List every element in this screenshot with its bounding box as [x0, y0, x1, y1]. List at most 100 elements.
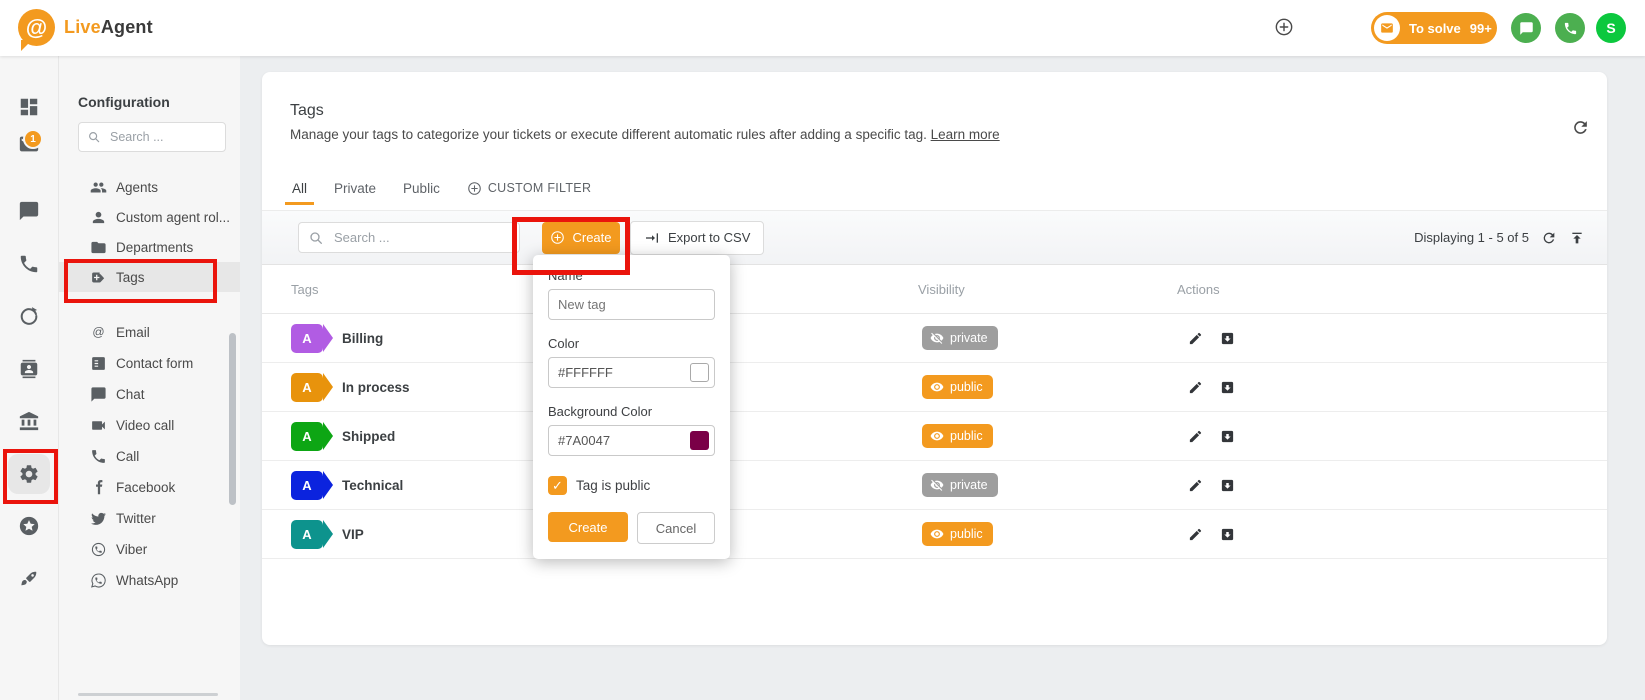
call-status-button[interactable] [1555, 13, 1585, 43]
tag-badge: A [291, 373, 323, 402]
archive-icon[interactable] [1220, 478, 1235, 493]
scroll-to-top-icon[interactable] [1569, 230, 1585, 246]
table-search-box [298, 222, 520, 253]
config-item-twitter[interactable]: Twitter [59, 503, 240, 534]
config-item-label: Departments [116, 240, 193, 255]
sync-icon [18, 305, 40, 327]
video-icon [90, 417, 107, 434]
config-item-video-call[interactable]: Video call [59, 410, 240, 441]
config-item-whatsapp[interactable]: WhatsApp [59, 565, 240, 596]
config-scrollbar[interactable] [229, 333, 236, 505]
rail-item-dashboard[interactable] [8, 87, 50, 127]
table-search-input[interactable] [332, 229, 510, 246]
edit-icon[interactable] [1188, 380, 1203, 395]
rail-item-calls[interactable] [8, 244, 50, 284]
config-item-contact-form[interactable]: Contact form [59, 348, 240, 379]
liveagent-logo[interactable]: @ LiveAgent [18, 9, 153, 46]
config-item-custom-agent-rol[interactable]: Custom agent rol... [59, 202, 240, 232]
color-swatch[interactable] [690, 363, 709, 382]
actions-cell [1188, 527, 1607, 542]
tag-badge: A [291, 422, 323, 451]
learn-more-link[interactable]: Learn more [931, 127, 1000, 142]
config-item-label: Call [116, 449, 139, 464]
create-button[interactable]: Create [542, 222, 620, 254]
edit-icon[interactable] [1188, 527, 1203, 542]
edit-icon[interactable] [1188, 478, 1203, 493]
tab-all[interactable]: All [292, 181, 307, 196]
tab-public[interactable]: Public [403, 181, 440, 196]
tag-name: Shipped [342, 429, 395, 444]
background-field-wrap [548, 425, 715, 456]
logo-bubble-icon: @ [18, 9, 55, 46]
config-item-agents[interactable]: Agents [59, 172, 240, 202]
table-row: A In process public [262, 363, 1607, 412]
archive-icon[interactable] [1220, 380, 1235, 395]
dashboard-icon [18, 96, 40, 118]
refresh-icon[interactable] [1571, 118, 1590, 137]
rocket-icon [18, 568, 40, 590]
edit-icon[interactable] [1188, 331, 1203, 346]
tab-private[interactable]: Private [334, 181, 376, 196]
configuration-panel: Configuration AgentsCustom agent rol...D… [59, 56, 240, 700]
plus-circle-icon [467, 181, 482, 196]
config-item-label: Video call [116, 418, 174, 433]
top-bar: @ LiveAgent To solve 99+ S [0, 0, 1645, 56]
config-item-facebook[interactable]: Facebook [59, 472, 240, 503]
table-row: AVIPpublic [262, 510, 1607, 559]
to-solve-button[interactable]: To solve 99+ [1371, 12, 1497, 44]
rail-item-contacts[interactable] [8, 349, 50, 389]
tag-name-input[interactable] [548, 289, 715, 320]
rail-item-favorites[interactable] [8, 506, 50, 546]
phone-icon [90, 448, 107, 465]
avatar[interactable]: S [1596, 13, 1626, 43]
rail-item-tickets[interactable]: 1 [8, 124, 50, 164]
popup-cancel-button[interactable]: Cancel [637, 512, 715, 544]
config-item-call[interactable]: Call [59, 441, 240, 472]
rail-item-history[interactable] [8, 296, 50, 336]
edit-icon[interactable] [1188, 429, 1203, 444]
checkbox-checked-icon[interactable]: ✓ [548, 476, 567, 495]
envelope-icon [1380, 21, 1394, 35]
table-row: AShippedpublic [262, 412, 1607, 461]
tag-badge: A [291, 520, 323, 549]
name-field-wrap [548, 289, 715, 320]
tag-badge-arrow [323, 520, 333, 548]
config-item-chat[interactable]: Chat [59, 379, 240, 410]
eye-icon [930, 429, 944, 443]
archive-icon[interactable] [1220, 331, 1235, 346]
tab-custom-filter[interactable]: CUSTOM FILTER [467, 181, 591, 196]
tag-name: In process [342, 380, 410, 395]
column-visibility: Visibility [918, 282, 1177, 297]
export-to-csv-button[interactable]: Export to CSV [630, 221, 764, 255]
background-color-swatch[interactable] [690, 431, 709, 450]
chat-status-button[interactable] [1511, 13, 1541, 43]
person-icon [90, 209, 107, 226]
archive-icon[interactable] [1220, 429, 1235, 444]
config-item-viber[interactable]: Viber [59, 534, 240, 565]
visibility-badge-private: private [922, 326, 998, 350]
config-search-input[interactable] [108, 129, 217, 145]
config-horizontal-scrollbar[interactable] [78, 693, 218, 696]
name-label: Name [548, 268, 715, 283]
rail-item-getting-started[interactable] [8, 559, 50, 599]
tag-is-public-row[interactable]: ✓ Tag is public [548, 476, 715, 495]
visibility-label: public [950, 380, 983, 394]
rail-item-company[interactable] [8, 401, 50, 441]
config-item-label: Email [116, 325, 150, 340]
config-search-box [78, 122, 226, 152]
facebook-icon [90, 479, 107, 496]
tag-badge-arrow [323, 324, 333, 352]
rail-item-settings[interactable] [8, 454, 50, 494]
archive-icon[interactable] [1220, 527, 1235, 542]
people-icon [90, 179, 107, 196]
refresh-icon[interactable] [1541, 230, 1557, 246]
config-item-departments[interactable]: Departments [59, 232, 240, 262]
tag-badge-arrow [323, 422, 333, 450]
rail-item-chats[interactable] [8, 191, 50, 231]
popup-create-button[interactable]: Create [548, 512, 628, 542]
config-item-tags[interactable]: Tags [59, 262, 240, 292]
to-solve-label: To solve [1409, 21, 1461, 36]
visibility-badge-private: private [922, 473, 998, 497]
add-new-icon[interactable] [1274, 17, 1294, 37]
config-item-email[interactable]: @Email [59, 317, 240, 348]
